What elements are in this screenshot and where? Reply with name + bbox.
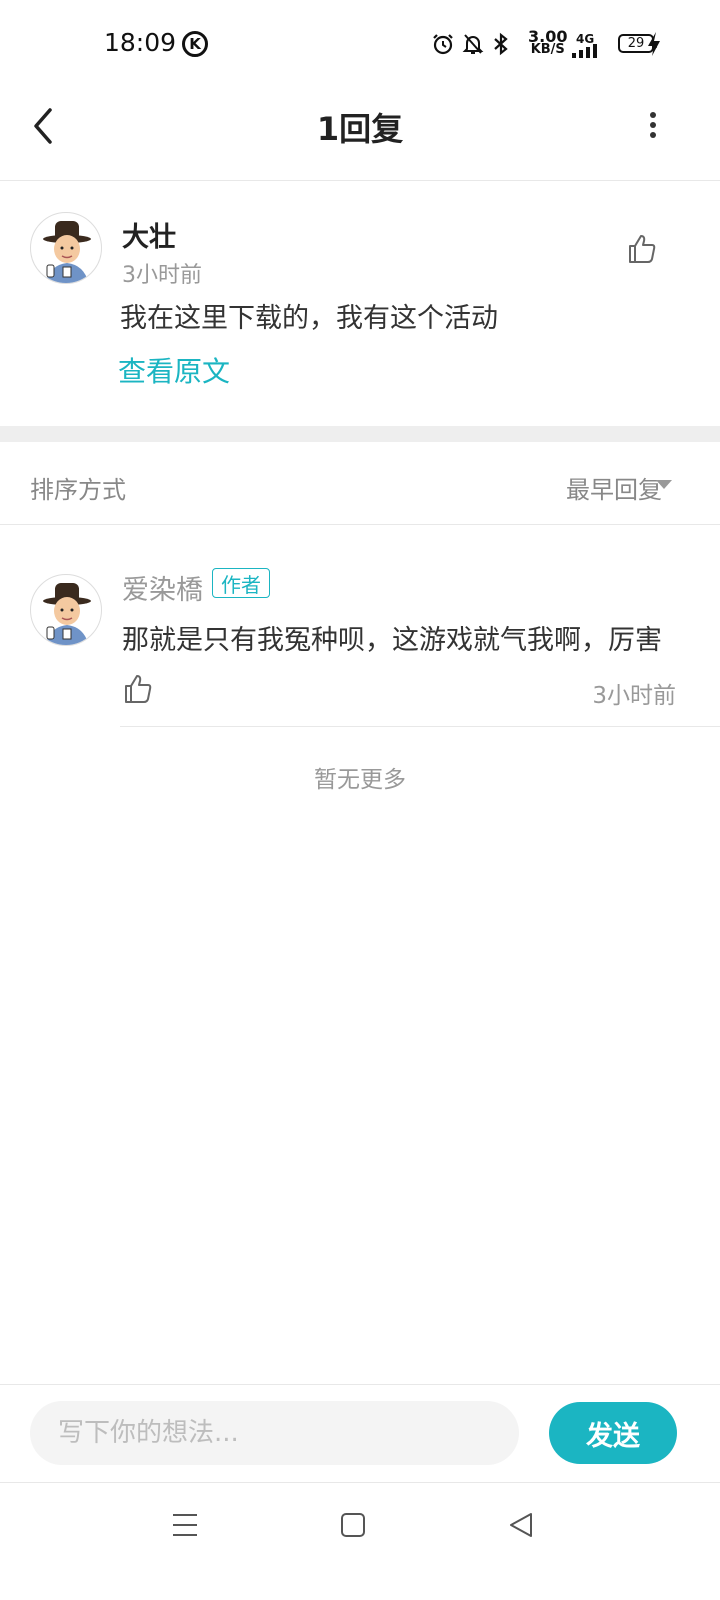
send-button[interactable]: 发送: [549, 1402, 677, 1464]
charging-icon: [648, 32, 660, 56]
system-nav-bar: [0, 1484, 720, 1600]
view-original-link[interactable]: 查看原文: [118, 350, 230, 390]
home-square-icon[interactable]: [340, 1512, 366, 1538]
author-badge: 作者: [212, 568, 270, 598]
menu-icon[interactable]: [172, 1512, 198, 1538]
reply-thumb-up-icon[interactable]: [122, 673, 154, 705]
network-speed: 3.00 KB/S: [528, 27, 568, 57]
reply-username[interactable]: 爱染橋: [122, 568, 203, 607]
reply-divider: [120, 726, 720, 727]
bluetooth-icon: [494, 32, 508, 56]
sort-label: 排序方式: [30, 476, 126, 504]
reply-time: 3小时前: [592, 683, 676, 709]
comment-username[interactable]: 大壮: [122, 215, 176, 254]
back-triangle-icon[interactable]: [508, 1512, 534, 1538]
comment-input[interactable]: [30, 1401, 519, 1465]
no-more-text: 暂无更多: [314, 767, 406, 793]
status-time: 18:09: [104, 28, 177, 57]
page-title: 1回复: [316, 110, 404, 148]
bell-off-icon: [462, 34, 484, 54]
status-bar: 18:09 K 3.00 KB/S 4G 29: [0, 0, 720, 90]
thumb-up-icon[interactable]: [626, 233, 658, 265]
comment-content: 我在这里下载的，我有这个活动: [120, 303, 498, 334]
chevron-down-icon[interactable]: [655, 478, 673, 490]
avatar[interactable]: [30, 212, 102, 284]
k-app-icon: K: [182, 31, 208, 57]
sort-dropdown[interactable]: 最早回复: [566, 470, 662, 505]
header-divider: [0, 180, 720, 181]
nav-divider: [0, 1482, 720, 1483]
comment-time: 3小时前: [122, 263, 202, 288]
more-vertical-icon[interactable]: [644, 110, 662, 142]
input-top-divider: [0, 1384, 720, 1385]
section-separator: [0, 426, 720, 442]
reply-avatar[interactable]: [30, 574, 102, 646]
reply-content: 那就是只有我冤种呗，这游戏就气我啊，厉害: [122, 625, 662, 656]
sort-value: 最早回复: [566, 476, 662, 504]
signal-icon: [572, 44, 597, 58]
sort-divider: [0, 524, 720, 525]
alarm-icon: [433, 34, 453, 55]
